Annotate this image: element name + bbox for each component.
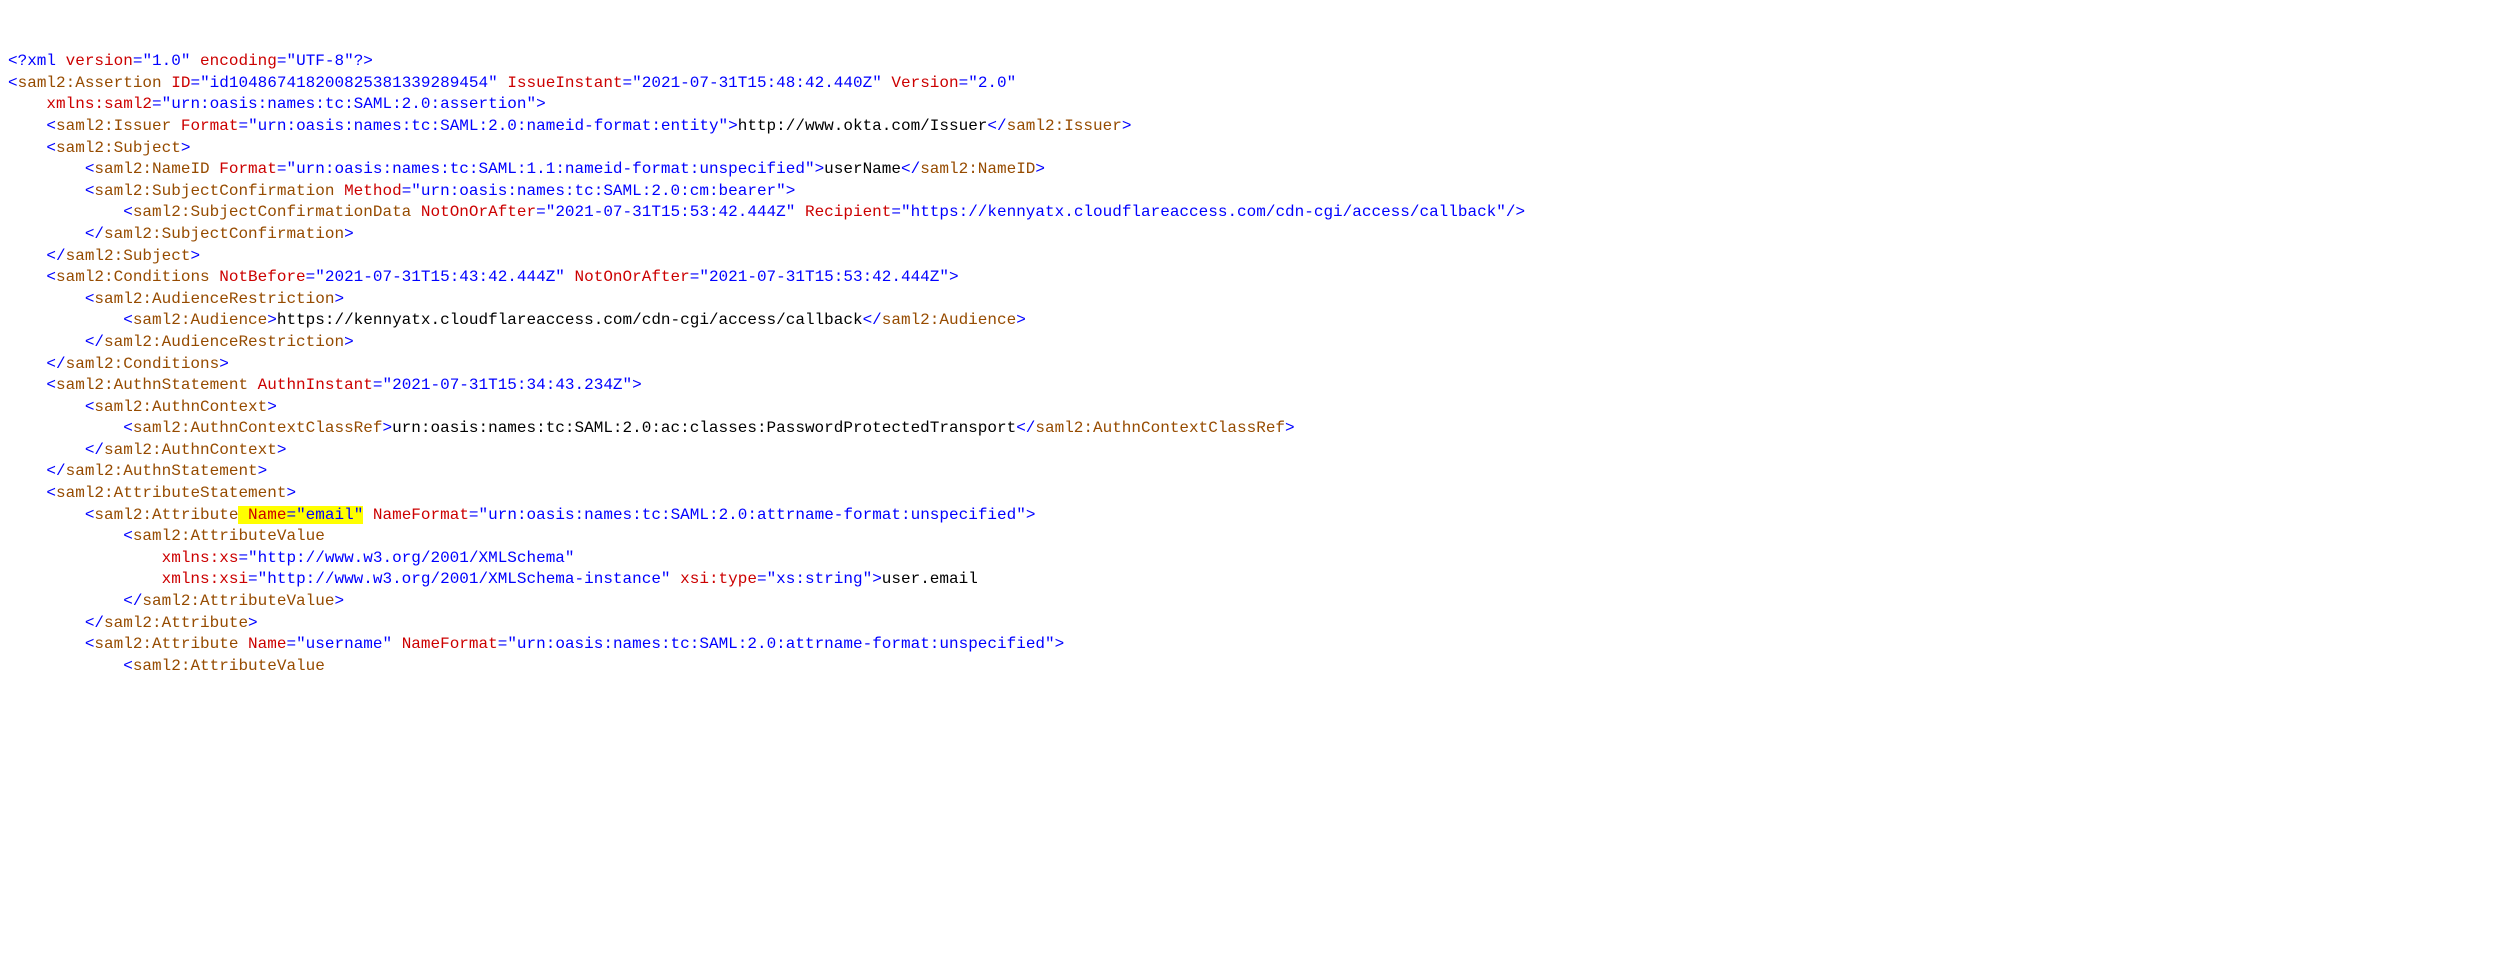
code-line: </saml2:AttributeValue> [8, 592, 344, 610]
code-line: <saml2:Audience>https://kennyatx.cloudfl… [8, 311, 1026, 329]
code-line: <saml2:AudienceRestriction> [8, 290, 344, 308]
code-line: <?xml version="1.0" encoding="UTF-8"?> [8, 52, 373, 70]
code-line: <saml2:AttributeStatement> [8, 484, 296, 502]
code-line: <saml2:Conditions NotBefore="2021-07-31T… [8, 268, 959, 286]
code-line: <saml2:AuthnContextClassRef>urn:oasis:na… [8, 419, 1295, 437]
code-line: </saml2:AuthnStatement> [8, 462, 267, 480]
code-line: <saml2:Assertion ID="id10486741820082538… [8, 74, 1016, 92]
code-line: xmlns:xsi="http://www.w3.org/2001/XMLSch… [8, 570, 978, 588]
code-line: xmlns:xs="http://www.w3.org/2001/XMLSche… [8, 549, 575, 567]
code-line: <saml2:Issuer Format="urn:oasis:names:tc… [8, 117, 1131, 135]
code-line: xmlns:saml2="urn:oasis:names:tc:SAML:2.0… [8, 95, 546, 113]
code-line: <saml2:AttributeValue [8, 527, 325, 545]
code-line: <saml2:Attribute Name="username" NameFor… [8, 635, 1064, 653]
highlighted-attribute: Name="email" [238, 506, 363, 524]
code-line: <saml2:NameID Format="urn:oasis:names:tc… [8, 160, 1045, 178]
code-line: <saml2:SubjectConfirmationData NotOnOrAf… [8, 203, 1525, 221]
xml-code-block: <?xml version="1.0" encoding="UTF-8"?> <… [8, 51, 2504, 677]
code-line: <saml2:AuthnContext> [8, 398, 277, 416]
code-line: </saml2:AuthnContext> [8, 441, 286, 459]
code-line: <saml2:AttributeValue [8, 657, 325, 675]
code-line: </saml2:Conditions> [8, 355, 229, 373]
code-line: <saml2:Attribute Name="email" NameFormat… [8, 506, 1035, 524]
code-line: <saml2:AuthnStatement AuthnInstant="2021… [8, 376, 642, 394]
code-line: <saml2:SubjectConfirmation Method="urn:o… [8, 182, 795, 200]
code-line: </saml2:Subject> [8, 247, 200, 265]
code-line: </saml2:Attribute> [8, 614, 258, 632]
code-line: </saml2:AudienceRestriction> [8, 333, 354, 351]
code-line: <saml2:Subject> [8, 139, 190, 157]
code-line: </saml2:SubjectConfirmation> [8, 225, 354, 243]
